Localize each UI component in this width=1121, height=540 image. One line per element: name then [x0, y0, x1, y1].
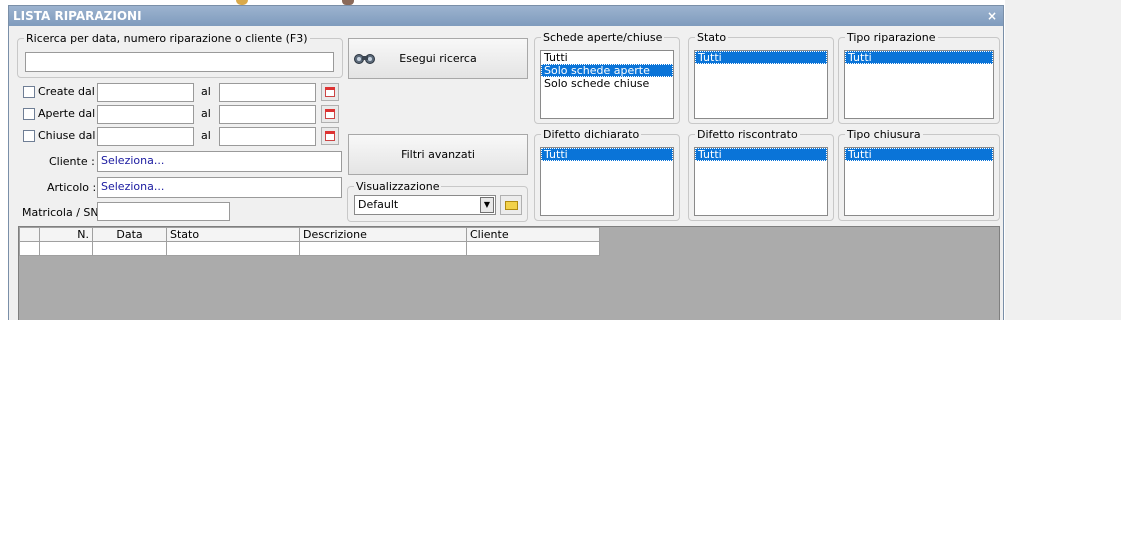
- chevron-down-icon[interactable]: ▼: [480, 197, 494, 213]
- window-title: LISTA RIPARAZIONI: [13, 9, 142, 23]
- difetto-riscontrato-group: Difetto riscontrato Tutti: [688, 128, 834, 221]
- chiuse-to-input[interactable]: [219, 127, 316, 146]
- column-header[interactable]: Descrizione: [299, 227, 467, 242]
- visualizzazione-value: Default: [358, 198, 399, 211]
- column-header[interactable]: Data: [92, 227, 167, 242]
- label-aperte: Aperte dal: [38, 107, 96, 120]
- table-cell[interactable]: [39, 241, 93, 256]
- tipo-riparazione-listbox[interactable]: Tutti: [844, 50, 994, 119]
- folder-icon[interactable]: [500, 195, 522, 215]
- column-header[interactable]: N.: [39, 227, 93, 242]
- visualizzazione-group: Visualizzazione Default ▼: [347, 180, 528, 222]
- background-panel: [1005, 0, 1121, 320]
- aperte-to-input[interactable]: [219, 105, 316, 124]
- search-group: Ricerca per data, numero riparazione o c…: [17, 32, 343, 78]
- chiuse-from-input[interactable]: [97, 127, 194, 146]
- create-from-input[interactable]: [97, 83, 194, 102]
- cliente-label: Cliente :: [49, 155, 95, 168]
- stato-listbox[interactable]: Tutti: [694, 50, 828, 119]
- checkbox-chiuse[interactable]: [23, 130, 35, 142]
- column-header[interactable]: Cliente: [466, 227, 600, 242]
- tipo-chiusura-group: Tipo chiusura Tutti: [838, 128, 1000, 221]
- search-legend: Ricerca per data, numero riparazione o c…: [24, 32, 310, 45]
- difetto-riscontrato-legend: Difetto riscontrato: [695, 128, 800, 141]
- label-al: al: [201, 107, 211, 120]
- articolo-label: Articolo :: [47, 181, 97, 194]
- filtri-avanzati-button[interactable]: Filtri avanzati: [348, 134, 528, 175]
- results-table: N. Data Stato Descrizione Cliente: [19, 227, 600, 256]
- schede-group: Schede aperte/chiuse Tutti Solo schede a…: [534, 31, 680, 124]
- label-create: Create dal: [38, 85, 95, 98]
- table-header-row: N. Data Stato Descrizione Cliente: [19, 227, 600, 242]
- list-item[interactable]: Solo schede chiuse: [541, 77, 673, 90]
- table-cell[interactable]: [92, 241, 167, 256]
- list-item[interactable]: Tutti: [695, 51, 827, 64]
- table-cell[interactable]: [299, 241, 467, 256]
- table-row[interactable]: [19, 241, 600, 256]
- results-grid[interactable]: N. Data Stato Descrizione Cliente: [18, 226, 1000, 320]
- close-icon[interactable]: ×: [987, 6, 997, 26]
- esegui-ricerca-label: Esegui ricerca: [399, 52, 477, 65]
- tipo-riparazione-group: Tipo riparazione Tutti: [838, 31, 1000, 124]
- visualizzazione-select[interactable]: Default ▼: [354, 195, 496, 215]
- calendar-icon[interactable]: [321, 105, 339, 123]
- matricola-input[interactable]: [97, 202, 230, 221]
- calendar-icon[interactable]: [321, 127, 339, 145]
- calendar-icon[interactable]: [321, 83, 339, 101]
- cliente-selector[interactable]: Seleziona...: [97, 151, 342, 172]
- label-chiuse: Chiuse dal: [38, 129, 96, 142]
- table-cell[interactable]: [466, 241, 600, 256]
- checkbox-aperte[interactable]: [23, 108, 35, 120]
- visualizzazione-legend: Visualizzazione: [354, 180, 442, 193]
- checkbox-create[interactable]: [23, 86, 35, 98]
- list-item[interactable]: Tutti: [695, 148, 827, 161]
- table-cell[interactable]: [166, 241, 300, 256]
- aperte-from-input[interactable]: [97, 105, 194, 124]
- tipo-chiusura-listbox[interactable]: Tutti: [844, 147, 994, 216]
- stato-legend: Stato: [695, 31, 729, 44]
- title-bar: LISTA RIPARAZIONI ×: [9, 6, 1003, 26]
- list-item[interactable]: Tutti: [541, 51, 673, 64]
- lista-riparazioni-window: LISTA RIPARAZIONI × Ricerca per data, nu…: [8, 5, 1004, 320]
- difetto-dichiarato-group: Difetto dichiarato Tutti: [534, 128, 680, 221]
- search-input[interactable]: [25, 52, 334, 72]
- list-item[interactable]: Solo schede aperte: [541, 64, 673, 77]
- list-item[interactable]: Tutti: [845, 51, 993, 64]
- difetto-dichiarato-listbox[interactable]: Tutti: [540, 147, 674, 216]
- tipo-riparazione-legend: Tipo riparazione: [845, 31, 938, 44]
- difetto-dichiarato-legend: Difetto dichiarato: [541, 128, 642, 141]
- schede-legend: Schede aperte/chiuse: [541, 31, 665, 44]
- stato-group: Stato Tutti: [688, 31, 834, 124]
- column-header[interactable]: [19, 227, 40, 242]
- label-al: al: [201, 85, 211, 98]
- list-item[interactable]: Tutti: [845, 148, 993, 161]
- schede-listbox[interactable]: Tutti Solo schede aperte Solo schede chi…: [540, 50, 674, 119]
- column-header[interactable]: Stato: [166, 227, 300, 242]
- esegui-ricerca-button[interactable]: Esegui ricerca: [348, 38, 528, 79]
- table-cell[interactable]: [19, 241, 40, 256]
- articolo-selector[interactable]: Seleziona...: [97, 177, 342, 198]
- difetto-riscontrato-listbox[interactable]: Tutti: [694, 147, 828, 216]
- create-to-input[interactable]: [219, 83, 316, 102]
- list-item[interactable]: Tutti: [541, 148, 673, 161]
- label-al: al: [201, 129, 211, 142]
- matricola-label: Matricola / SN:: [22, 206, 103, 219]
- binoculars-icon: [354, 54, 375, 64]
- tipo-chiusura-legend: Tipo chiusura: [845, 128, 923, 141]
